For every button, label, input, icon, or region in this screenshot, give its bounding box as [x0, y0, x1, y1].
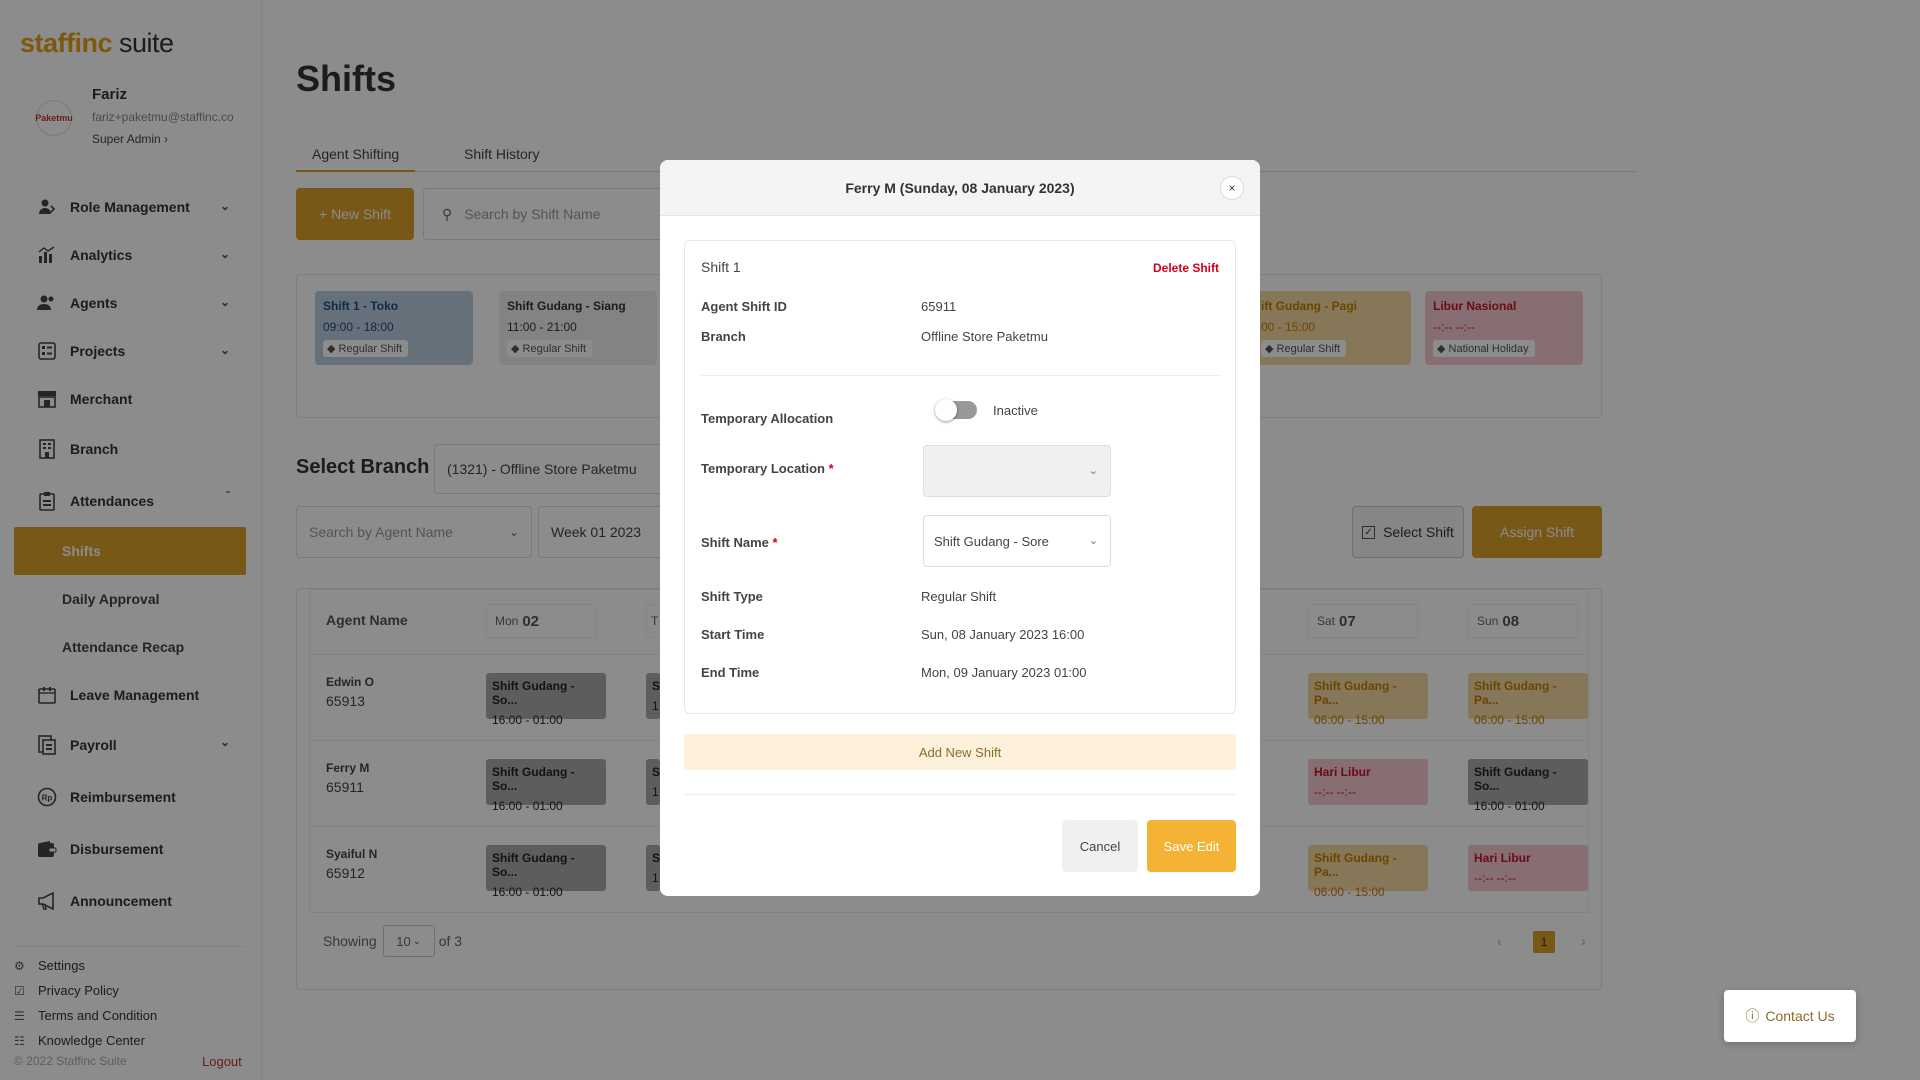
edit-shift-modal: Ferry M (Sunday, 08 January 2023) × Shif…	[660, 160, 1260, 896]
shift-name-select[interactable]: Shift Gudang - Sore ⌄	[923, 515, 1111, 567]
start-time-label: Start Time	[701, 627, 765, 642]
end-time-value: Mon, 09 January 2023 01:00	[921, 665, 1087, 680]
shift-name-label: Shift Name *	[701, 535, 778, 550]
contact-us-button[interactable]: ⓘ Contact Us	[1724, 990, 1856, 1042]
shift-name-value: Shift Gudang - Sore	[934, 533, 1049, 549]
agent-shift-id-value: 65911	[921, 299, 957, 314]
branch-value: Offline Store Paketmu	[921, 329, 1048, 344]
temporary-location-select[interactable]: ⌄	[923, 445, 1111, 497]
cancel-button[interactable]: Cancel	[1062, 820, 1138, 872]
contact-us-label: Contact Us	[1765, 1008, 1835, 1024]
chevron-down-icon: ⌄	[1088, 465, 1098, 477]
save-edit-button[interactable]: Save Edit	[1147, 820, 1236, 872]
delete-shift-button[interactable]: Delete Shift	[1153, 261, 1219, 275]
start-time-value: Sun, 08 January 2023 16:00	[921, 627, 1085, 642]
end-time-label: End Time	[701, 665, 760, 680]
agent-shift-id-label: Agent Shift ID	[701, 299, 787, 314]
toggle-knob	[935, 399, 957, 421]
toggle-state-label: Inactive	[993, 403, 1038, 418]
close-icon[interactable]: ×	[1220, 176, 1244, 200]
temporary-location-label: Temporary Location *	[701, 461, 834, 476]
divider	[701, 375, 1221, 376]
add-new-shift-button[interactable]: Add New Shift	[684, 734, 1236, 770]
chevron-down-icon: ⌄	[1088, 535, 1098, 547]
shift-type-value: Regular Shift	[921, 589, 997, 604]
temporary-allocation-toggle[interactable]	[935, 399, 977, 421]
branch-label: Branch	[701, 329, 746, 344]
help-icon: ⓘ	[1745, 1008, 1760, 1024]
divider	[684, 794, 1236, 795]
modal-title: Ferry M (Sunday, 08 January 2023)	[660, 160, 1260, 216]
temporary-allocation-label: Temporary Allocation	[701, 411, 834, 426]
shift-detail-box: Shift 1 Delete Shift Agent Shift ID 6591…	[684, 240, 1236, 714]
shift-type-label: Shift Type	[701, 589, 763, 604]
shift-title: Shift 1	[701, 259, 741, 275]
